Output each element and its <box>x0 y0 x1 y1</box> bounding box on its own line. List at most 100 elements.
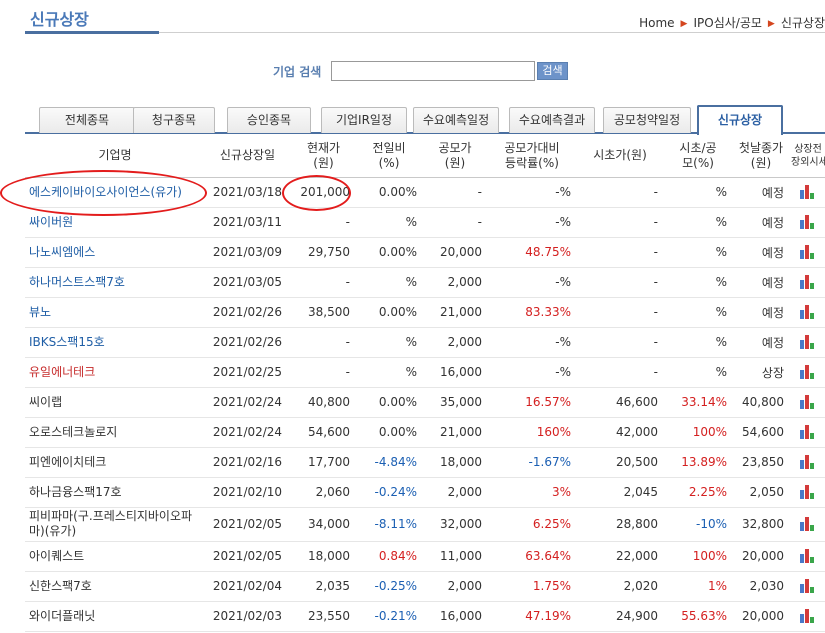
daily-change: 0.00% <box>357 387 421 418</box>
tab-bar: 전체종목 청구종목 승인종목 기업IR일정 수요예측일정 수요예측결과 공모청약일정 신규상장 <box>25 105 825 135</box>
otc-chart-cell[interactable] <box>791 601 825 632</box>
otc-chart-cell[interactable] <box>791 357 825 388</box>
tab-7[interactable]: 신규상장 <box>697 105 783 135</box>
current-price: 29,750 <box>290 237 357 268</box>
breadcrumb-home[interactable]: Home <box>639 16 674 30</box>
company-name-link[interactable]: 아이퀘스트 <box>25 541 205 572</box>
search-button[interactable]: 검색 <box>537 62 568 80</box>
listing-date: 2021/02/25 <box>205 357 290 388</box>
column-header-text: 공모가 <box>438 140 472 155</box>
table-row[interactable]: 오로스테크놀로지 2021/02/24 54,600 0.00% 21,000 160% 4… <box>25 417 825 448</box>
otc-chart-cell[interactable] <box>791 541 825 572</box>
company-name-link[interactable]: 와이더플래닛 <box>25 601 205 632</box>
search-input[interactable] <box>331 61 536 81</box>
ipo-return: -% <box>489 207 575 238</box>
table-row[interactable]: 피비파마(구.프레스티지바이오파마)(유가) 2021/02/05 34,000 -8… <box>25 507 825 542</box>
tab-5[interactable]: 수요예측결과 <box>509 107 595 133</box>
bar-chart-icon[interactable] <box>800 395 816 410</box>
bar-chart-icon[interactable] <box>800 549 816 564</box>
company-name-link[interactable]: 신한스팩7호 <box>25 571 205 602</box>
otc-chart-cell[interactable] <box>791 571 825 602</box>
bar-chart-icon[interactable] <box>800 609 816 624</box>
table-row[interactable]: 뷰노 2021/02/26 38,500 0.00% 21,000 83.33% -% 예정 <box>25 297 825 328</box>
listing-date: 2021/02/24 <box>205 387 290 418</box>
tab-6[interactable]: 공모청약일정 <box>603 107 691 133</box>
otc-chart-cell[interactable] <box>791 447 825 478</box>
tab-2[interactable]: 승인종목 <box>227 107 311 133</box>
first-day-close: 예정 <box>731 237 791 268</box>
bar-chart-icon[interactable] <box>800 485 816 500</box>
otc-chart-cell[interactable] <box>791 477 825 508</box>
table-row[interactable]: 피엔에이치테크 2021/02/16 17,700 -4.84% 18,000 -1.67… <box>25 447 825 478</box>
company-name-link[interactable]: 피비파마(구.프레스티지바이오파마)(유가) <box>25 507 205 542</box>
column-header-text: 공모가대비 <box>504 140 560 155</box>
otc-chart-cell[interactable] <box>791 207 825 238</box>
ipo-price: 11,000 <box>421 541 489 572</box>
otc-chart-cell[interactable] <box>791 297 825 328</box>
company-name-link[interactable]: 오로스테크놀로지 <box>25 417 205 448</box>
daily-change: -0.24% <box>357 477 421 508</box>
current-price: 2,060 <box>290 477 357 508</box>
open-ipo-ratio: % <box>665 237 731 268</box>
table-row[interactable]: 유일에너테크 2021/02/25-% 16,000 -% -% 상장 <box>25 357 825 388</box>
table-row[interactable]: 아이퀘스트 2021/02/05 18,000 0.84% 11,000 63.64% 22… <box>25 541 825 572</box>
company-name-link[interactable]: 씨이랩 <box>25 387 205 418</box>
company-name-link[interactable]: 피엔에이치테크 <box>25 447 205 478</box>
bar-chart-icon[interactable] <box>800 245 816 260</box>
daily-change: -8.11% <box>357 507 421 542</box>
table-row[interactable]: 하나머스트스팩7호 2021/03/05-% 2,000 -% -% 예정 <box>25 267 825 298</box>
current-price: 40,800 <box>290 387 357 418</box>
table-row[interactable]: 하나금융스팩17호 2021/02/10 2,060 -0.24% 2,000 3% 2,0… <box>25 477 825 508</box>
table-row[interactable]: IBKS스팩15호 2021/02/26-% 2,000 -% -% 예정 <box>25 327 825 358</box>
title-rule-accent <box>25 31 159 34</box>
bar-chart-icon[interactable] <box>800 305 816 320</box>
bar-chart-icon[interactable] <box>800 335 816 350</box>
bar-chart-icon[interactable] <box>800 517 816 532</box>
tab-4[interactable]: 수요예측일정 <box>413 107 499 133</box>
tab-1[interactable]: 청구종목 <box>133 107 215 133</box>
column-header-1: 신규상장일 <box>205 135 290 178</box>
bar-chart-icon[interactable] <box>800 455 816 470</box>
bar-chart-icon[interactable] <box>800 275 816 290</box>
otc-chart-cell[interactable] <box>791 387 825 418</box>
otc-chart-cell[interactable] <box>791 177 825 208</box>
company-name-link[interactable]: 하나금융스팩17호 <box>25 477 205 508</box>
ipo-return: 160% <box>489 417 575 448</box>
table-row[interactable]: 씨이랩 2021/02/24 40,800 0.00% 35,000 16.57% 46,6… <box>25 387 825 418</box>
breadcrumb-ipo[interactable]: IPO심사/공모 <box>693 16 761 30</box>
table-row[interactable]: 신한스팩7호 2021/02/04 2,035 -0.25% 2,000 1.75% 2,0… <box>25 571 825 602</box>
otc-chart-cell[interactable] <box>791 507 825 542</box>
tab-3[interactable]: 기업IR일정 <box>321 107 407 133</box>
otc-chart-cell[interactable] <box>791 327 825 358</box>
first-day-close: 예정 <box>731 177 791 208</box>
opening-price: 2,020 <box>575 571 665 602</box>
otc-chart-cell[interactable] <box>791 417 825 448</box>
column-header-text: 기업명 <box>98 148 132 163</box>
bar-chart-icon[interactable] <box>800 365 816 380</box>
bar-chart-icon[interactable] <box>800 579 816 594</box>
company-name-link[interactable]: 하나머스트스팩7호 <box>25 267 205 298</box>
opening-price: 28,800 <box>575 507 665 542</box>
table-row[interactable]: 와이더플래닛 2021/02/03 23,550 -0.21% 16,000 47.19%… <box>25 601 825 632</box>
bar-chart-icon[interactable] <box>800 425 816 440</box>
company-name-link[interactable]: 나노씨엠에스 <box>25 237 205 268</box>
current-price: - <box>290 327 357 358</box>
daily-change: 0.00% <box>357 237 421 268</box>
column-header-5: 공모가대비 등락률(%) <box>489 135 575 178</box>
table-row[interactable]: 나노씨엠에스 2021/03/09 29,750 0.00% 20,000 48.75% -… <box>25 237 825 268</box>
otc-chart-cell[interactable] <box>791 237 825 268</box>
bar-chart-icon[interactable] <box>800 185 816 200</box>
otc-chart-cell[interactable] <box>791 267 825 298</box>
bar-chart-icon[interactable] <box>800 215 816 230</box>
ipo-price: 35,000 <box>421 387 489 418</box>
column-header-4: 공모가 (원) <box>421 135 489 178</box>
column-header-text: 시초가(원) <box>593 148 647 163</box>
company-name-link[interactable]: 뷰노 <box>25 297 205 328</box>
column-header-text: 현재가 <box>306 140 341 155</box>
daily-change: % <box>357 327 421 358</box>
company-name-link[interactable]: 유일에너테크 <box>25 357 205 388</box>
first-day-close: 23,850 <box>731 447 791 478</box>
company-name-link[interactable]: IBKS스팩15호 <box>25 327 205 358</box>
opening-price: - <box>575 297 665 328</box>
tab-0[interactable]: 전체종목 <box>39 107 135 133</box>
